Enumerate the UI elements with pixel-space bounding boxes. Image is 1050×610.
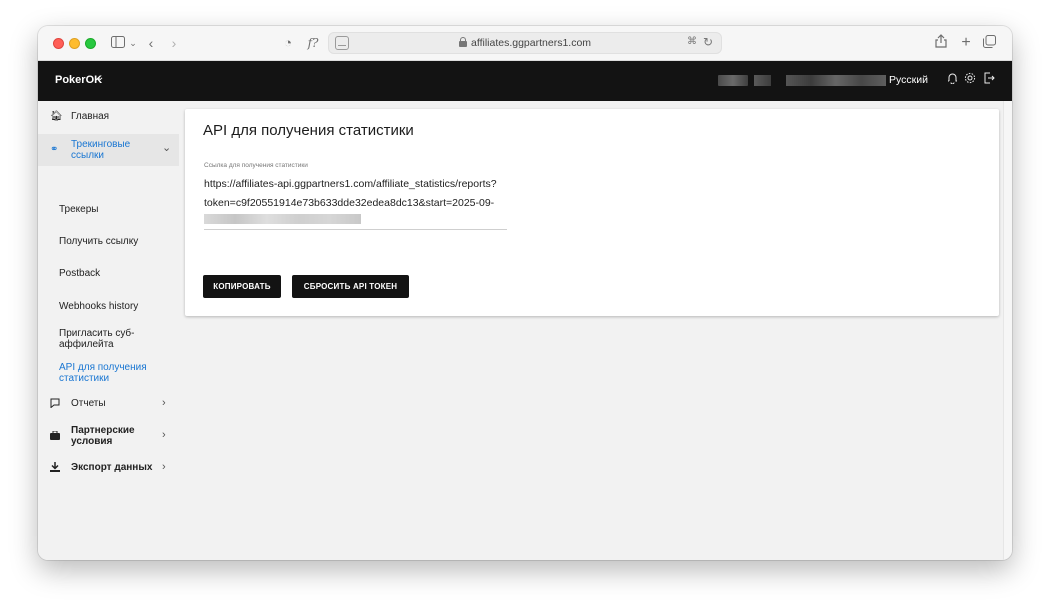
api-link-line-2: token=c9f20551914e73b633dde32edea8dc13&s… bbox=[204, 197, 495, 209]
sidebar-item-label: Трекинговые ссылки bbox=[71, 139, 131, 161]
sidebar-item-data-export[interactable]: Экспорт данных › bbox=[38, 462, 179, 474]
url-text: affiliates.ggpartners1.com bbox=[471, 37, 592, 49]
browser-window: ⌄ ‹ › ◔ f? affiliates.ggpartners1.com ⌘ … bbox=[38, 26, 1012, 560]
privacy-shield-icon[interactable]: ◔ bbox=[280, 33, 296, 53]
page-title: API для получения статистики bbox=[203, 122, 414, 139]
back-button[interactable]: ‹ bbox=[145, 33, 157, 53]
sidebar-item-trackers[interactable]: Трекеры bbox=[38, 204, 179, 216]
link-icon: ⚭ bbox=[50, 144, 59, 155]
zoom-window-button[interactable] bbox=[85, 38, 96, 49]
logout-icon[interactable] bbox=[981, 71, 997, 89]
sidebar-item-tracking-links[interactable]: ⚭ Трекинговые ссылки ⌄ bbox=[38, 139, 179, 163]
tab-overview-icon[interactable] bbox=[982, 33, 996, 53]
redacted-date-range bbox=[204, 214, 361, 224]
sidebar-item-get-link[interactable]: Получить ссылку bbox=[38, 236, 179, 248]
sidebar-item-invite-sub-affiliate[interactable]: Пригласить суб- аффилейта bbox=[38, 328, 179, 352]
briefcase-icon bbox=[50, 430, 60, 443]
app-header: PokerOK ⌄ Русский bbox=[38, 61, 1012, 101]
sidebar-item-label: Главная bbox=[71, 111, 110, 122]
chevron-down-icon[interactable]: ⌄ bbox=[96, 72, 104, 83]
forward-button[interactable]: › bbox=[168, 33, 180, 53]
formula-extension-icon[interactable]: f? bbox=[304, 33, 322, 53]
reload-icon[interactable]: ↻ bbox=[703, 35, 713, 49]
lock-icon bbox=[459, 37, 467, 47]
statistics-api-card: API для получения статистики Ссылка для … bbox=[185, 109, 999, 316]
sidebar-item-label: Отчеты bbox=[71, 398, 106, 409]
sidebar-item-reports[interactable]: Отчеты › bbox=[38, 398, 179, 410]
chevron-right-icon[interactable]: › bbox=[162, 398, 166, 409]
site-settings-icon[interactable] bbox=[335, 36, 349, 50]
sidebar-toggle-icon[interactable] bbox=[110, 33, 126, 53]
new-tab-icon[interactable]: + bbox=[959, 33, 973, 53]
api-link-field-label: Ссылка для получения статистики bbox=[204, 162, 308, 169]
sidebar-item-label: Получить ссылку bbox=[59, 236, 139, 247]
sidebar-item-label: Пригласить суб- аффилейта bbox=[59, 328, 135, 350]
minimize-window-button[interactable] bbox=[69, 38, 80, 49]
bell-icon[interactable] bbox=[944, 71, 960, 89]
redacted-account-info bbox=[786, 75, 886, 86]
gear-icon[interactable] bbox=[962, 71, 978, 89]
share-icon[interactable] bbox=[934, 33, 948, 53]
reset-api-token-button[interactable]: СБРОСИТЬ API ТОКЕН bbox=[292, 275, 409, 298]
redacted-account-info bbox=[754, 75, 771, 86]
sidebar-item-label: Партнерские условия bbox=[71, 425, 135, 447]
scrollbar-track[interactable] bbox=[1003, 101, 1012, 560]
field-underline bbox=[204, 229, 507, 230]
home-icon: 🏠︎ bbox=[50, 111, 63, 122]
report-icon bbox=[50, 398, 60, 411]
chevron-up-icon[interactable]: ⌄ bbox=[162, 143, 171, 154]
sidebar-item-label: Postback bbox=[59, 268, 101, 279]
api-link-line-1: https://affiliates-api.ggpartners1.com/a… bbox=[204, 178, 497, 190]
browser-toolbar: ⌄ ‹ › ◔ f? affiliates.ggpartners1.com ⌘ … bbox=[38, 26, 1012, 61]
close-window-button[interactable] bbox=[53, 38, 64, 49]
sidebar-item-home[interactable]: 🏠︎ Главная bbox=[38, 111, 179, 123]
chevron-right-icon[interactable]: › bbox=[162, 430, 166, 441]
sidebar-item-label: Трекеры bbox=[59, 204, 99, 215]
redacted-account-info bbox=[718, 75, 748, 86]
sidebar-item-label: Webhooks history bbox=[59, 301, 139, 312]
sidebar-item-label: API для получения статистики bbox=[59, 362, 147, 384]
sidebar: 🏠︎ Главная ⚭ Трекинговые ссылки ⌄ Трекер… bbox=[38, 101, 184, 560]
translate-icon[interactable]: ⌘ bbox=[687, 36, 697, 47]
chevron-down-icon[interactable]: ⌄ bbox=[128, 33, 138, 53]
download-icon bbox=[50, 462, 60, 475]
sidebar-item-postback[interactable]: Postback bbox=[38, 268, 179, 280]
language-selector[interactable]: Русский bbox=[889, 74, 928, 86]
address-bar[interactable]: affiliates.ggpartners1.com ⌘ ↻ bbox=[328, 32, 722, 54]
copy-button[interactable]: КОПИРОВАТЬ bbox=[203, 275, 281, 298]
chevron-right-icon[interactable]: › bbox=[162, 462, 166, 473]
sidebar-item-statistics-api[interactable]: API для получения статистики bbox=[38, 362, 179, 386]
sidebar-item-webhooks-history[interactable]: Webhooks history bbox=[38, 301, 179, 313]
sidebar-item-partner-terms[interactable]: Партнерские условия › bbox=[38, 425, 179, 449]
api-link-field[interactable]: https://affiliates-api.ggpartners1.com/a… bbox=[204, 175, 504, 213]
sidebar-item-label: Экспорт данных bbox=[71, 462, 153, 473]
